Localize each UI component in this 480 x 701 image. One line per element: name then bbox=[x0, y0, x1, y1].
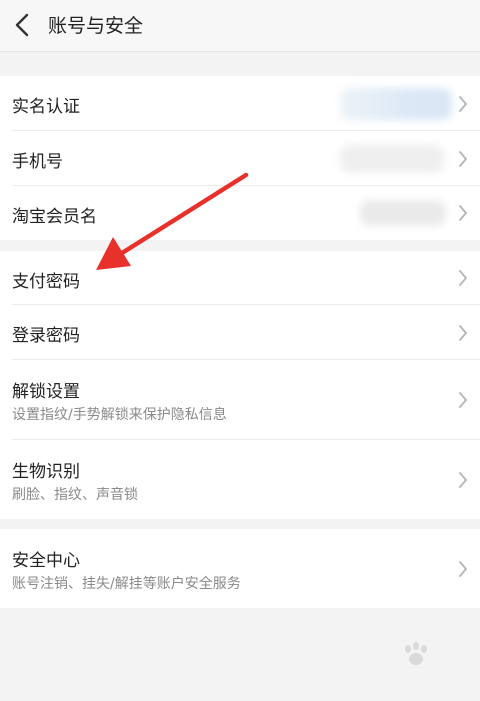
row-label: 淘宝会员名 bbox=[12, 207, 97, 227]
chevron-right-icon bbox=[459, 151, 467, 167]
row-label: 手机号 bbox=[12, 152, 63, 172]
row-taobao-name[interactable]: 淘宝会员名 bbox=[0, 186, 480, 240]
chevron-right-icon bbox=[459, 392, 467, 408]
chevron-right-icon bbox=[459, 561, 467, 577]
security-center-group: 安全中心 账号注销、挂失/解挂等账户安全服务 bbox=[0, 529, 480, 608]
row-label: 生物识别 bbox=[12, 462, 80, 482]
row-login-password[interactable]: 登录密码 bbox=[0, 305, 480, 360]
chevron-left-icon[interactable] bbox=[8, 10, 38, 40]
row-label: 登录密码 bbox=[12, 326, 80, 346]
top-bar: 账号与安全 bbox=[0, 0, 480, 52]
row-subtitle: 刷脸、指纹、声音锁 bbox=[12, 487, 138, 503]
blurred-value bbox=[340, 88, 452, 120]
password-settings-group: 支付密码 登录密码 解锁设置 设置指纹/手势解锁来保护隐私信息 生物识别 刷脸、… bbox=[0, 251, 480, 519]
blurred-value bbox=[360, 200, 446, 226]
chevron-right-icon bbox=[459, 270, 467, 286]
row-unlock-settings[interactable]: 解锁设置 设置指纹/手势解锁来保护隐私信息 bbox=[0, 360, 480, 440]
chevron-right-icon bbox=[459, 325, 467, 341]
chevron-right-icon bbox=[459, 205, 467, 221]
baidu-paw-icon bbox=[405, 642, 427, 665]
row-security-center[interactable]: 安全中心 账号注销、挂失/解挂等账户安全服务 bbox=[0, 529, 480, 608]
row-subtitle: 设置指纹/手势解锁来保护隐私信息 bbox=[12, 407, 227, 423]
row-subtitle: 账号注销、挂失/解挂等账户安全服务 bbox=[12, 576, 241, 592]
row-phone[interactable]: 手机号 bbox=[0, 131, 480, 186]
row-label: 解锁设置 bbox=[12, 382, 80, 402]
chevron-right-icon bbox=[459, 96, 467, 112]
page-title: 账号与安全 bbox=[48, 15, 144, 37]
row-payment-password[interactable]: 支付密码 bbox=[0, 251, 480, 305]
row-label: 安全中心 bbox=[12, 551, 80, 571]
row-real-name[interactable]: 实名认证 bbox=[0, 76, 480, 131]
chevron-right-icon bbox=[459, 472, 467, 488]
blurred-value bbox=[340, 145, 444, 173]
row-label: 实名认证 bbox=[12, 97, 80, 117]
row-label: 支付密码 bbox=[12, 272, 80, 292]
row-biometric[interactable]: 生物识别 刷脸、指纹、声音锁 bbox=[0, 440, 480, 519]
account-info-group: 实名认证 手机号 淘宝会员名 bbox=[0, 76, 480, 240]
